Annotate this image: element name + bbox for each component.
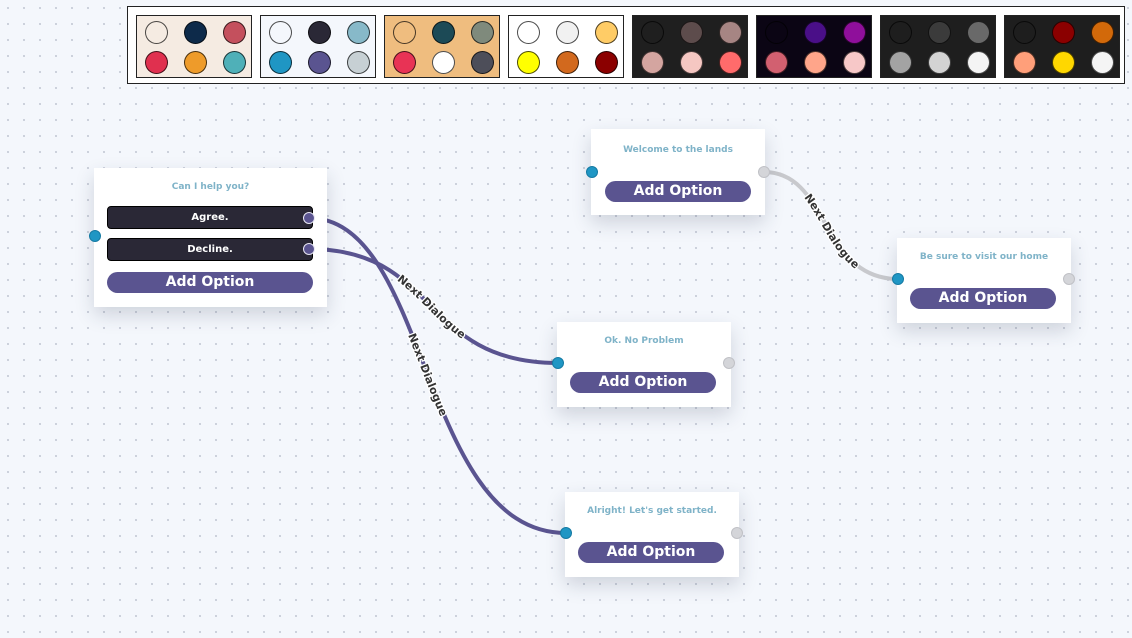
theme-color-dot [393, 21, 416, 44]
input-port[interactable] [552, 357, 564, 369]
theme-color-dot [184, 21, 207, 44]
theme-color-dot [641, 21, 664, 44]
theme-color-dot [1052, 51, 1075, 74]
theme-color-dot [889, 21, 912, 44]
theme-color-dot [967, 21, 990, 44]
theme-color-dot [556, 51, 579, 74]
input-port[interactable] [586, 166, 598, 178]
theme-color-dot [967, 51, 990, 74]
theme-color-dot [765, 51, 788, 74]
theme-color-dot [719, 21, 742, 44]
theme-color-dot [595, 51, 618, 74]
option-output-port-decline[interactable] [303, 243, 315, 255]
theme-color-dot [517, 21, 540, 44]
link-decline-to-noproblem[interactable] [307, 247, 560, 365]
option-agree[interactable]: Agree. [107, 206, 313, 229]
node-title: Can I help you? [171, 182, 250, 192]
theme-color-dot [269, 21, 292, 44]
theme-swatch-2[interactable] [260, 15, 376, 78]
link-welcome-to-visit[interactable] [762, 170, 900, 281]
theme-color-dot [595, 21, 618, 44]
theme-swatch-3[interactable] [384, 15, 500, 78]
node-title: Alright! Let's get started. [587, 506, 717, 516]
link-label-welcome: Next Dialogue [802, 191, 862, 271]
node-title: Welcome to the lands [623, 145, 733, 155]
theme-swatch-6[interactable] [756, 15, 872, 78]
theme-color-dot [393, 51, 416, 74]
input-port[interactable] [89, 230, 101, 242]
theme-color-dot [145, 51, 168, 74]
input-port[interactable] [560, 527, 572, 539]
add-option-button[interactable]: Add Option [570, 372, 716, 393]
add-option-button[interactable]: Add Option [107, 272, 313, 293]
theme-color-dot [347, 21, 370, 44]
theme-color-dot [928, 51, 951, 74]
theme-color-dot [1091, 21, 1114, 44]
theme-color-dot [308, 51, 331, 74]
theme-color-dot [471, 21, 494, 44]
theme-color-dot [556, 21, 579, 44]
theme-color-dot [1013, 51, 1036, 74]
dialogue-node-started[interactable]: Alright! Let's get started. Add Option [560, 492, 743, 577]
theme-color-dot [223, 21, 246, 44]
theme-color-dot [889, 51, 912, 74]
theme-color-dot [471, 51, 494, 74]
dialogue-node-visit[interactable]: Be sure to visit our home Add Option [892, 238, 1075, 323]
theme-color-dot [223, 51, 246, 74]
output-port[interactable] [731, 527, 743, 539]
add-option-button[interactable]: Add Option [605, 181, 751, 202]
theme-swatch-4[interactable] [508, 15, 624, 78]
add-option-button[interactable]: Add Option [578, 542, 724, 563]
input-port[interactable] [892, 273, 904, 285]
theme-swatch-5[interactable] [632, 15, 748, 78]
output-port[interactable] [758, 166, 770, 178]
dialogue-node-noproblem[interactable]: Ok. No Problem Add Option [552, 322, 735, 407]
theme-color-dot [1052, 21, 1075, 44]
node-title: Be sure to visit our home [919, 252, 1049, 262]
option-decline[interactable]: Decline. [107, 238, 313, 261]
theme-swatch-8[interactable] [1004, 15, 1120, 78]
theme-color-dot [517, 51, 540, 74]
theme-color-dot [765, 21, 788, 44]
theme-color-dot [347, 51, 370, 74]
theme-color-dot [432, 21, 455, 44]
dialogue-node-welcome[interactable]: Welcome to the lands Add Option [586, 129, 770, 215]
theme-color-dot [680, 21, 703, 44]
theme-swatch-7[interactable] [880, 15, 996, 78]
theme-color-dot [719, 51, 742, 74]
theme-color-dot [804, 51, 827, 74]
theme-color-dot [928, 21, 951, 44]
theme-color-dot [432, 51, 455, 74]
node-title: Ok. No Problem [604, 336, 684, 346]
theme-color-dot [843, 21, 866, 44]
theme-color-dot [269, 51, 292, 74]
output-port[interactable] [723, 357, 735, 369]
option-output-port-agree[interactable] [303, 212, 315, 224]
theme-color-dot [1091, 51, 1114, 74]
theme-color-dot [184, 51, 207, 74]
graph-canvas[interactable]: Next Dialogue Next Dialogue Next Dialogu… [0, 0, 1132, 638]
theme-color-dot [1013, 21, 1036, 44]
link-agree-to-started[interactable] [307, 216, 568, 535]
link-label-decline: Next Dialogue [395, 272, 468, 341]
add-option-button[interactable]: Add Option [910, 288, 1056, 309]
theme-swatch-1[interactable] [136, 15, 252, 78]
dialogue-node-help[interactable]: Can I help you? Agree. Decline. Add Opti… [89, 168, 327, 307]
theme-color-dot [680, 51, 703, 74]
theme-color-dot [308, 21, 331, 44]
theme-color-dot [641, 51, 664, 74]
theme-color-dot [804, 21, 827, 44]
theme-palette-bar [127, 6, 1125, 84]
theme-color-dot [843, 51, 866, 74]
theme-color-dot [145, 21, 168, 44]
output-port[interactable] [1063, 273, 1075, 285]
link-label-agree: Next Dialogue [405, 331, 450, 418]
